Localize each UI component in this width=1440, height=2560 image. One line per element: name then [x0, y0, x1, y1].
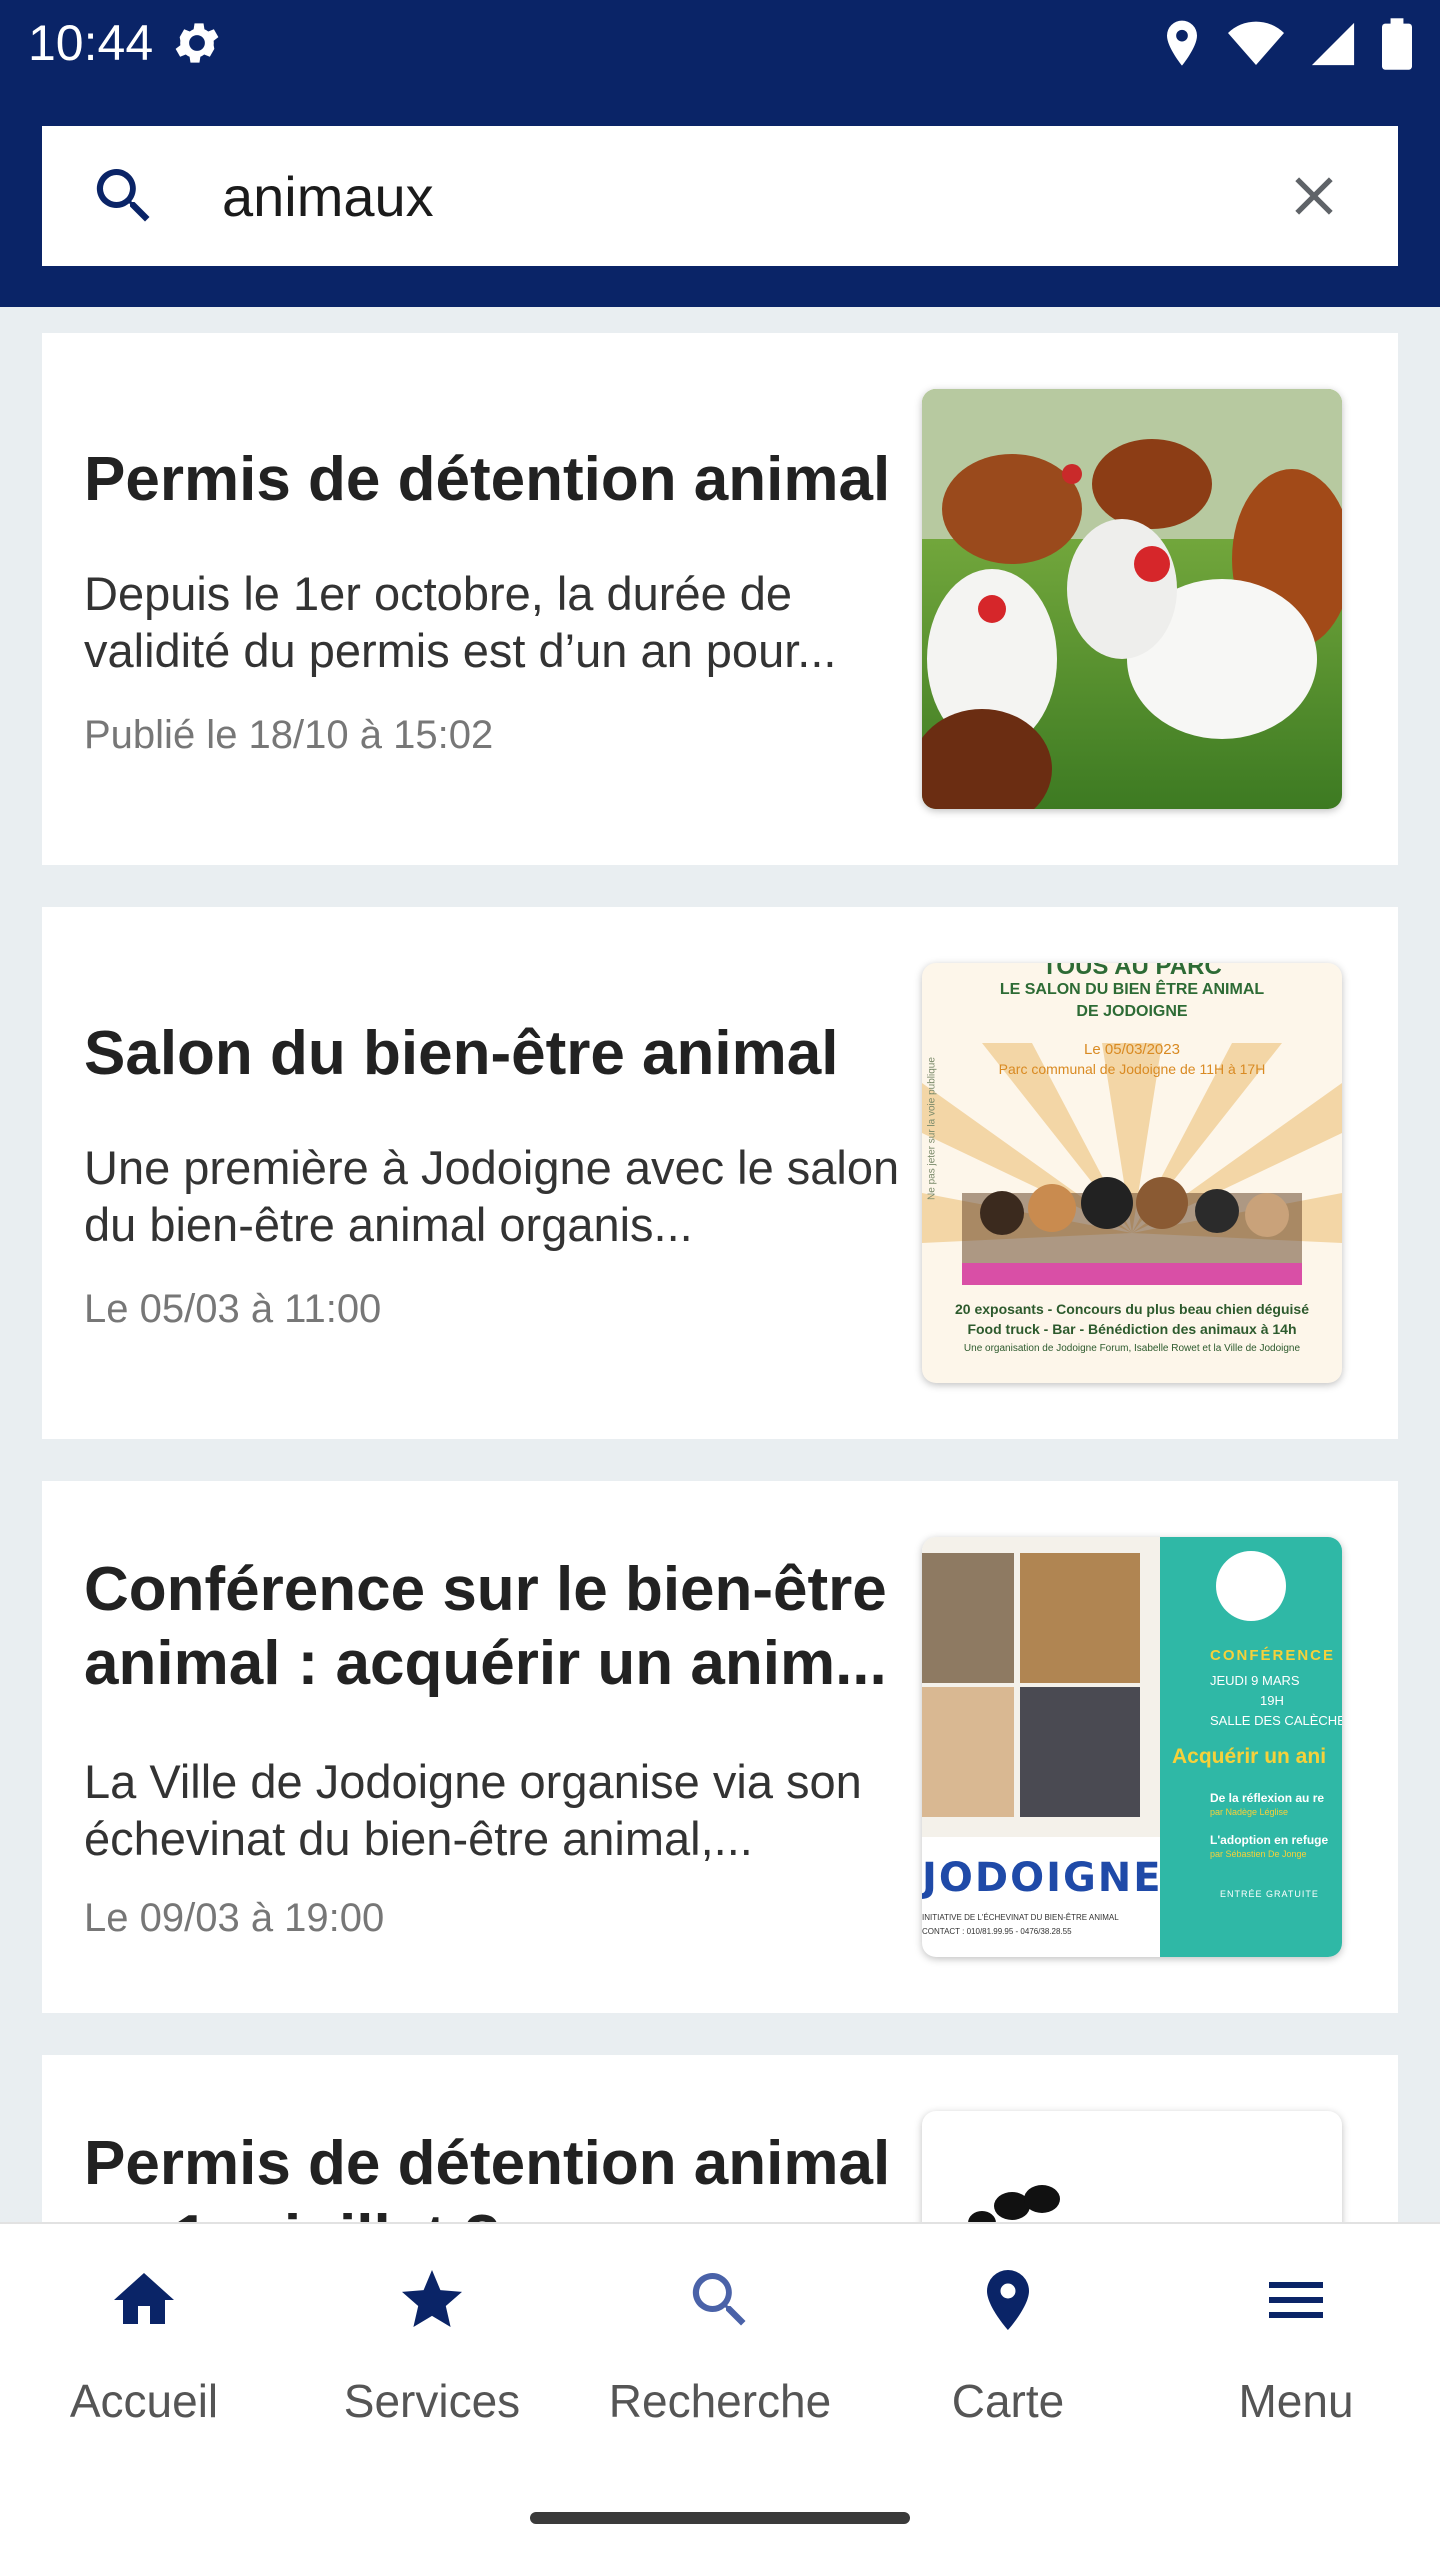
result-description: Depuis le 1er octobre, la durée de valid… — [84, 567, 837, 677]
poster-bottom-2: Food truck - Bar - Bénédiction des anima… — [967, 1321, 1297, 1337]
map-pin-icon — [987, 2270, 1029, 2330]
poster-bullet-1-by: par Nadège Léglise — [1210, 1807, 1289, 1817]
poster-bullet-2-by: par Sébastien De Jonge — [1210, 1849, 1307, 1859]
poster-hour: 19H — [1260, 1693, 1284, 1708]
poster-place: Parc communal de Jodoigne de 11H à 17H — [998, 1061, 1266, 1077]
poster-bottom-1: 20 exposants - Concours du plus beau chi… — [955, 1301, 1309, 1317]
settings-gear-icon — [175, 23, 219, 63]
nav-label: Menu — [1238, 2375, 1354, 2427]
poster-heading: CONFÉRENCE — [1210, 1647, 1336, 1664]
paw-icon — [968, 2185, 1060, 2225]
search-input[interactable]: animaux — [222, 164, 434, 229]
poster-topic: Acquérir un ani — [1172, 1745, 1327, 1768]
result-title: Permis de détention animal au 1er juille… — [84, 2129, 891, 2225]
home-icon — [114, 2273, 174, 2324]
location-icon — [1167, 20, 1197, 66]
poster-when: JEUDI 9 MARS — [1210, 1673, 1300, 1688]
poster-where: SALLE DES CALÈCHE — [1210, 1713, 1342, 1728]
paw-logo-icon — [1216, 1551, 1286, 1621]
app-header: 10:44 animaux — [0, 0, 1440, 307]
signal-icon — [1311, 22, 1355, 66]
status-bar: 10:44 — [0, 0, 1440, 84]
menu-icon — [1269, 2282, 1323, 2318]
nav-carte[interactable]: Carte — [864, 2224, 1152, 2464]
result-card[interactable]: Salon du bien-être animal Une première à… — [42, 907, 1398, 1439]
status-icons — [1162, 18, 1412, 70]
result-title: Permis de détention animal — [84, 445, 891, 514]
nav-menu[interactable]: Menu — [1152, 2224, 1440, 2464]
salon-poster-image: TOUS AU PARC LE SALON DU BIEN ÊTRE ANIMA… — [922, 963, 1342, 1383]
poster-free: ENTRÉE GRATUITE — [1220, 1889, 1319, 1899]
poster-date: Le 05/03/2023 — [1084, 1041, 1180, 1058]
battery-icon — [1382, 18, 1412, 70]
result-card[interactable]: Permis de détention animal au 1er juille… — [42, 2055, 1398, 2225]
result-title: Salon du bien-être animal — [84, 1019, 839, 1088]
search-icon — [692, 2273, 746, 2326]
poster-bullet-2: L'adoption en refuge — [1210, 1833, 1329, 1847]
result-title: Conférence sur le bien-être animal : acq… — [84, 1555, 887, 1698]
bottom-navigation: Accueil Services Recherche Carte Menu — [0, 2222, 1440, 2560]
poster-footer: INITIATIVE DE L'ÉCHEVINAT DU BIEN-ÊTRE A… — [922, 1913, 1119, 1922]
poster-contact: CONTACT : 010/81.99.95 - 0476/38.28.55 — [922, 1927, 1072, 1936]
nav-label: Carte — [951, 2375, 1065, 2427]
poster-top: TOUS AU PARC — [1042, 963, 1222, 980]
poster-title-1: LE SALON DU BIEN ÊTRE ANIMAL — [999, 981, 1265, 998]
nav-label: Services — [343, 2375, 521, 2427]
status-time: 10:44 — [28, 15, 154, 71]
nav-services[interactable]: Services — [288, 2224, 576, 2464]
result-date: Le 09/03 à 19:00 — [84, 1896, 385, 1940]
poster-teal-panel: CONFÉRENCE JEUDI 9 MARS 19H SALLE DES CA… — [1160, 1537, 1342, 1957]
search-bar[interactable]: animaux — [42, 126, 1398, 266]
result-description: La Ville de Jodoigne organise via son éc… — [84, 1755, 862, 1865]
gesture-handle[interactable] — [530, 2512, 910, 2524]
conference-poster-image: JODOIGNE INITIATIVE DE L'ÉCHEVINAT DU BI… — [922, 1537, 1342, 1957]
nav-label: Accueil — [69, 2375, 219, 2427]
result-date: Publié le 18/10 à 15:02 — [84, 713, 494, 757]
nav-accueil[interactable]: Accueil — [0, 2224, 288, 2464]
poster-title-2: DE JODOIGNE — [1076, 1003, 1188, 1020]
nav-label: Recherche — [608, 2375, 832, 2427]
pets-photo-grid — [922, 1537, 1160, 1837]
wifi-icon — [1228, 21, 1284, 66]
poster-bullet-1: De la réflexion au re — [1210, 1791, 1325, 1805]
paw-thumbnail — [922, 2111, 1342, 2225]
nav-recherche[interactable]: Recherche — [576, 2224, 864, 2464]
poster-brand: JODOIGNE — [922, 1855, 1163, 1901]
result-card[interactable]: Permis de détention animal Depuis le 1er… — [42, 333, 1398, 865]
close-icon[interactable] — [1282, 164, 1346, 228]
poster-side-text: Ne pas jeter sur la voie publique — [926, 1057, 938, 1200]
star-icon — [402, 2270, 462, 2327]
result-description: Une première à Jodoigne avec le salon du… — [84, 1141, 900, 1251]
result-card[interactable]: Conférence sur le bien-être animal : acq… — [42, 1481, 1398, 2013]
poster-bottom-3: Une organisation de Jodoigne Forum, Isab… — [963, 1343, 1301, 1354]
chickens-photo — [922, 389, 1342, 809]
search-icon[interactable] — [88, 160, 160, 232]
result-date: Le 05/03 à 11:00 — [84, 1287, 382, 1331]
